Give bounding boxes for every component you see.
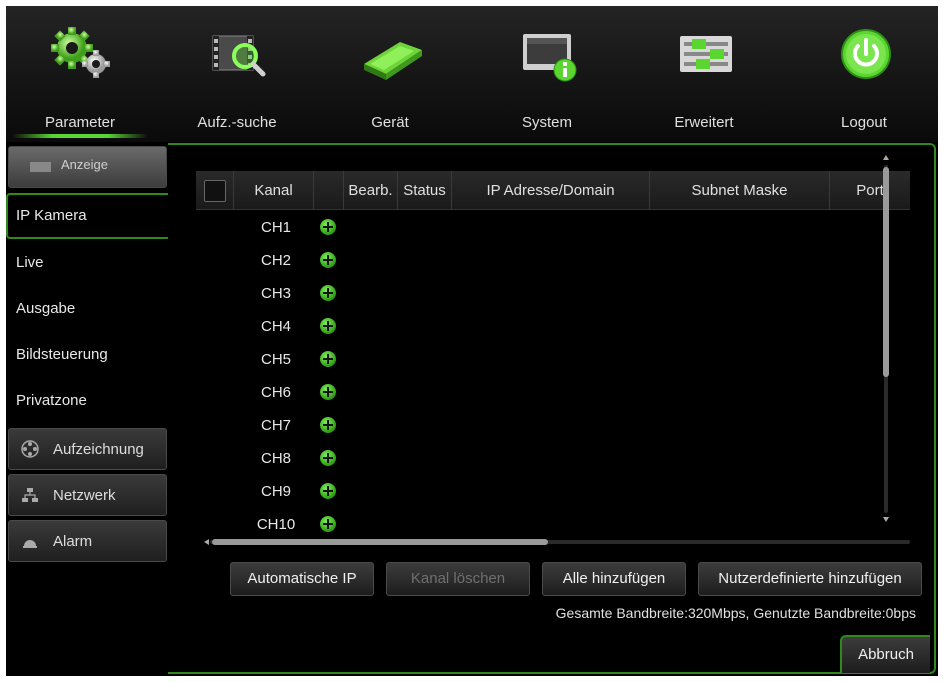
header-port: Port — [856, 182, 884, 199]
nav-label: Parameter — [44, 114, 116, 131]
network-icon — [22, 488, 38, 502]
header-add — [314, 171, 344, 209]
film-reel-icon — [21, 440, 39, 458]
ip-camera-table: Kanal Bearb. Status IP Adresse/Domain Su… — [196, 171, 910, 545]
nav-parameter[interactable]: Parameter — [6, 6, 154, 142]
scroll-thumb[interactable] — [883, 167, 889, 377]
add-camera-icon[interactable] — [320, 252, 336, 268]
sidebar-item-bildsteuerung[interactable]: Bildsteuerung — [6, 332, 169, 378]
channel-label: CH3 — [260, 285, 291, 302]
top-navigation: Parameter Aufz.-suche Gerät System Erwei… — [6, 6, 938, 142]
header-ip-address: IP Adresse/Domain — [452, 171, 650, 209]
table-row: CH2 — [196, 246, 910, 278]
table-header: Kanal Bearb. Status IP Adresse/Domain Su… — [196, 171, 910, 210]
scroll-left-arrow[interactable] — [204, 539, 209, 545]
nav-label: System — [521, 114, 572, 131]
add-camera-icon[interactable] — [320, 351, 336, 367]
gears-icon — [51, 27, 110, 78]
ip-camera-panel: Kanal Bearb. Status IP Adresse/Domain Su… — [168, 143, 936, 674]
channel-label: CH1 — [260, 219, 291, 236]
horizontal-scrollbar[interactable] — [204, 537, 916, 547]
sidebar-item-privatzone[interactable]: Privatzone — [6, 378, 169, 424]
nav-label: Aufz.-suche — [197, 114, 277, 131]
delete-channel-button[interactable]: Kanal löschen — [386, 562, 530, 596]
header-subnet-mask: Subnet Maske — [650, 171, 830, 209]
channel-label: CH2 — [260, 252, 291, 269]
add-camera-icon[interactable] — [320, 516, 336, 532]
table-row: CH5 — [196, 345, 910, 377]
nav-label: Logout — [841, 114, 887, 131]
table-row: CH8 — [196, 444, 910, 476]
sidebar-item-live[interactable]: Live — [6, 240, 169, 286]
channel-label: CH6 — [260, 384, 291, 401]
sidebar-item-label: Ausgabe — [16, 300, 76, 317]
table-row: CH3 — [196, 279, 910, 311]
sidebar-section-alarm[interactable]: Alarm — [8, 520, 167, 562]
alarm-icon — [23, 540, 37, 548]
add-camera-icon[interactable] — [320, 450, 336, 466]
sidebar-section-anzeige[interactable]: Anzeige — [8, 146, 167, 188]
sidebar-section-label: Anzeige — [61, 157, 108, 172]
sliders-icon — [680, 36, 732, 72]
table-row: CH1 — [196, 213, 910, 245]
active-indicator — [12, 134, 148, 138]
vertical-scrollbar[interactable] — [880, 153, 892, 525]
channel-label: CH10 — [256, 516, 296, 533]
sidebar: Anzeige IP Kamera Live Ausgabe Bildsteue… — [6, 144, 169, 676]
film-search-icon — [212, 35, 266, 77]
nav-aufz-suche[interactable]: Aufz.-suche — [163, 6, 311, 142]
channel-label: CH8 — [260, 450, 291, 467]
table-row: CH7 — [196, 411, 910, 443]
add-custom-button[interactable]: Nutzerdefinierte hinzufügen — [698, 562, 922, 596]
sidebar-section-netzwerk[interactable]: Netzwerk — [8, 474, 167, 516]
add-all-button[interactable]: Alle hinzufügen — [542, 562, 686, 596]
scroll-down-arrow[interactable] — [883, 517, 889, 522]
hard-drive-icon — [364, 42, 422, 80]
display-icon — [30, 162, 51, 172]
nav-erweitert[interactable]: Erweitert — [630, 6, 778, 142]
add-camera-icon[interactable] — [320, 285, 336, 301]
power-icon — [841, 29, 891, 79]
add-camera-icon[interactable] — [320, 384, 336, 400]
nav-geraet[interactable]: Gerät — [316, 6, 464, 142]
scroll-up-arrow[interactable] — [883, 155, 889, 160]
nav-system[interactable]: System — [473, 6, 621, 142]
select-all-checkbox[interactable] — [204, 180, 226, 202]
channel-label: CH4 — [260, 318, 291, 335]
table-row: CH9 — [196, 477, 910, 509]
monitor-info-icon — [523, 34, 577, 82]
scroll-thumb[interactable] — [212, 539, 548, 545]
sidebar-section-label: Aufzeichnung — [53, 441, 144, 458]
nav-label: Erweitert — [674, 114, 734, 131]
cancel-button[interactable]: Abbruch — [840, 635, 930, 673]
sidebar-item-ausgabe[interactable]: Ausgabe — [6, 286, 169, 332]
auto-ip-button[interactable]: Automatische IP — [230, 562, 374, 596]
header-status: Status — [398, 171, 452, 209]
sidebar-section-label: Netzwerk — [53, 487, 116, 504]
sidebar-item-label: Privatzone — [16, 392, 87, 409]
sidebar-section-label: Alarm — [53, 533, 93, 550]
header-bearb: Bearb. — [344, 171, 398, 209]
sidebar-item-label: IP Kamera — [16, 207, 87, 224]
channel-label: CH9 — [260, 483, 291, 500]
channel-label: CH5 — [260, 351, 291, 368]
header-kanal: Kanal — [234, 171, 314, 209]
table-row: CH6 — [196, 378, 910, 410]
add-camera-icon[interactable] — [320, 483, 336, 499]
add-camera-icon[interactable] — [320, 318, 336, 334]
sidebar-section-aufzeichnung[interactable]: Aufzeichnung — [8, 428, 167, 470]
sidebar-item-label: Bildsteuerung — [16, 346, 108, 363]
add-camera-icon[interactable] — [320, 219, 336, 235]
nav-logout[interactable]: Logout — [790, 6, 938, 142]
header-select-all-cell — [196, 171, 234, 209]
sidebar-item-ip-kamera[interactable]: IP Kamera — [6, 193, 169, 239]
table-row: CH4 — [196, 312, 910, 344]
nav-label: Gerät — [371, 114, 409, 131]
add-camera-icon[interactable] — [320, 417, 336, 433]
sidebar-item-label: Live — [16, 254, 44, 271]
bandwidth-status: Gesamte Bandbreite:320Mbps, Genutzte Ban… — [555, 605, 916, 621]
channel-label: CH7 — [260, 417, 291, 434]
dvr-window: Parameter Aufz.-suche Gerät System Erwei… — [6, 6, 938, 676]
